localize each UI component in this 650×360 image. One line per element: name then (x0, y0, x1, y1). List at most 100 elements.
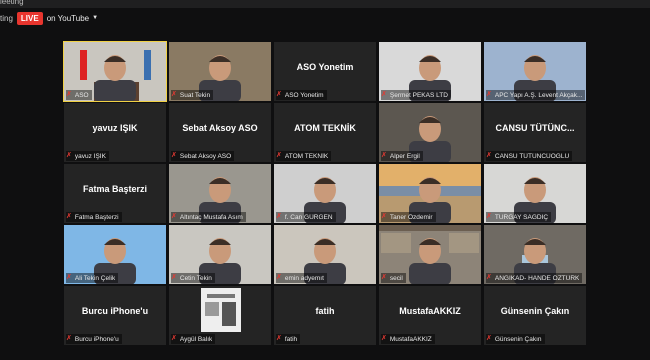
participant-tile[interactable]: ✗ Aygül Balık (169, 286, 271, 345)
window-title: leeting (0, 0, 24, 6)
participant-name-label: ✗ TURGAY SAĞDIÇ (486, 212, 552, 222)
participant-tile[interactable]: ATOM TEKNİK ✗ ATOM TEKNİK (274, 103, 376, 162)
participant-display-name: Günsenin Çakın (500, 306, 570, 316)
chevron-down-icon: ▼ (92, 15, 99, 21)
participant-display-name: CANSU TÜTÜNC... (495, 123, 575, 133)
participant-name: ANGIKAD- HANDE ÖZTÜRK (494, 274, 580, 282)
live-badge[interactable]: LIVE (16, 11, 43, 25)
participant-name: Alper Ergil (389, 152, 420, 160)
participant-name-label: ✗ ATOM TEKNİK (276, 151, 332, 161)
participant-tile[interactable]: ✗ Altıntaç Mustafa Asım (169, 164, 271, 223)
participant-name-label: ✗ emin adyemıt (276, 273, 327, 283)
mic-muted-icon: ✗ (171, 152, 177, 159)
participant-display-name: Sebat Aksoy ASO (182, 123, 258, 133)
mic-muted-icon: ✗ (276, 335, 282, 342)
mic-muted-icon: ✗ (381, 91, 387, 98)
participant-display-name: ASO Yonetim (296, 62, 354, 72)
participant-tile[interactable]: CANSU TÜTÜNC... ✗ CANSU TÜTÜNCÜOĞLU (484, 103, 586, 162)
participant-name-label: ✗ Taner Özdemir (381, 212, 436, 222)
participant-display-name: MustafaAKKIZ (399, 306, 461, 316)
participant-tile[interactable]: ✗ emin adyemıt (274, 225, 376, 284)
participant-tile[interactable]: ✗ Suat Tekin (169, 42, 271, 101)
participant-name: fatih (284, 335, 298, 343)
participant-name: Altıntaç Mustafa Asım (179, 213, 243, 221)
participant-name: APC Yapı A.Ş. Levent Akçak... (494, 91, 583, 99)
mic-muted-icon: ✗ (276, 213, 282, 220)
participant-tile[interactable]: ✗ secil (379, 225, 481, 284)
mic-muted-icon: ✗ (486, 91, 492, 98)
participant-tile[interactable]: MustafaAKKIZ ✗ MustafaAKKIZ (379, 286, 481, 345)
participant-tile[interactable]: ✗ Şermet PEKAS LTD (379, 42, 481, 101)
participant-name-label: ✗ Sebat Aksoy ASO (171, 151, 235, 161)
participant-name-label: ✗ MustafaAKKIZ (381, 334, 435, 344)
participant-tile[interactable]: yavuz IŞIK ✗ yavuz IŞIK (64, 103, 166, 162)
participant-tile[interactable]: ✗ ASO (63, 41, 167, 102)
participant-name-label: ✗ Cetin Tekin (171, 273, 215, 283)
participant-tile[interactable]: Günsenin Çakın ✗ Günsenin Çakın (484, 286, 586, 345)
mic-muted-icon: ✗ (276, 152, 282, 159)
participant-name-label: ✗ yavuz IŞIK (66, 151, 109, 161)
mic-muted-icon: ✗ (486, 213, 492, 220)
meeting-label: ting (0, 13, 13, 23)
mic-muted-icon: ✗ (171, 274, 177, 281)
participant-name: CANSU TÜTÜNCÜOĞLU (494, 152, 570, 160)
participant-name-label: ✗ Şermet PEKAS LTD (381, 90, 451, 100)
mic-muted-icon: ✗ (381, 335, 387, 342)
participant-name-label: ✗ CANSU TÜTÜNCÜOĞLU (486, 151, 573, 161)
mic-muted-icon: ✗ (381, 274, 387, 281)
mic-muted-icon: ✗ (66, 152, 72, 159)
participant-tile[interactable]: ASO Yonetim ✗ ASO Yonetim (274, 42, 376, 101)
participant-name: Suat Tekin (179, 91, 211, 99)
participant-name: f. Can GÜRGEN (284, 213, 333, 221)
participant-name: Şermet PEKAS LTD (389, 91, 448, 99)
mic-muted-icon: ✗ (276, 91, 282, 98)
mic-muted-icon: ✗ (66, 91, 72, 98)
participant-tile[interactable]: fatih ✗ fatih (274, 286, 376, 345)
participant-name: ASO Yonetim (284, 91, 324, 99)
participant-tile[interactable]: ✗ TURGAY SAĞDIÇ (484, 164, 586, 223)
participant-name: emin adyemıt (284, 274, 324, 282)
participant-name: Sebat Aksoy ASO (179, 152, 232, 160)
mic-muted-icon: ✗ (66, 274, 72, 281)
stream-platform-dropdown[interactable]: on YouTube ▼ (47, 14, 98, 23)
mic-muted-icon: ✗ (276, 274, 282, 281)
mic-muted-icon: ✗ (486, 152, 492, 159)
mic-muted-icon: ✗ (66, 213, 72, 220)
mic-muted-icon: ✗ (486, 274, 492, 281)
participant-name-label: ✗ Fatma Başterzi (66, 212, 122, 222)
participant-display-name: ATOM TEKNİK (294, 123, 356, 133)
participant-tile[interactable]: Fatma Başterzi ✗ Fatma Başterzi (64, 164, 166, 223)
participant-tile[interactable]: ✗ Ali Tekin Çelik (64, 225, 166, 284)
live-stream-bar: ting LIVE on YouTube ▼ (0, 10, 98, 26)
mic-muted-icon: ✗ (171, 91, 177, 98)
participant-name: Burcu iPhone'u (74, 335, 119, 343)
participant-tile[interactable]: ✗ ANGIKAD- HANDE ÖZTÜRK (484, 225, 586, 284)
participant-name-label: ✗ Burcu iPhone'u (66, 334, 122, 344)
mic-muted-icon: ✗ (486, 335, 492, 342)
participant-name: Ali Tekin Çelik (74, 274, 116, 282)
participant-name: Aygül Balık (179, 335, 213, 343)
participant-name-label: ✗ fatih (276, 334, 301, 344)
participant-tile[interactable]: Burcu iPhone'u ✗ Burcu iPhone'u (64, 286, 166, 345)
participant-name-label: ✗ APC Yapı A.Ş. Levent Akçak... (486, 90, 586, 100)
participant-display-name: Burcu iPhone'u (81, 306, 149, 316)
participant-tile[interactable]: Sebat Aksoy ASO ✗ Sebat Aksoy ASO (169, 103, 271, 162)
participant-name-label: ✗ ANGIKAD- HANDE ÖZTÜRK (486, 273, 583, 283)
mic-muted-icon: ✗ (381, 213, 387, 220)
participant-tile[interactable]: ✗ Taner Özdemir (379, 164, 481, 223)
participant-name-label: ✗ ASO (66, 90, 92, 100)
participant-name: Günsenin Çakın (494, 335, 542, 343)
participant-tile[interactable]: ✗ Cetin Tekin (169, 225, 271, 284)
mic-muted-icon: ✗ (381, 152, 387, 159)
participant-display-name: Fatma Başterzi (82, 184, 148, 194)
participant-name: Cetin Tekin (179, 274, 212, 282)
participant-name: ATOM TEKNİK (284, 152, 329, 160)
participant-name: MustafaAKKIZ (389, 335, 432, 343)
participant-name: Taner Özdemir (389, 213, 433, 221)
participant-tile[interactable]: ✗ APC Yapı A.Ş. Levent Akçak... (484, 42, 586, 101)
participant-tile[interactable]: ✗ Alper Ergil (379, 103, 481, 162)
participant-name-label: ✗ Ali Tekin Çelik (66, 273, 119, 283)
participant-name-label: ✗ Alper Ergil (381, 151, 423, 161)
participant-name-label: ✗ Aygül Balık (171, 334, 216, 344)
participant-tile[interactable]: ✗ f. Can GÜRGEN (274, 164, 376, 223)
